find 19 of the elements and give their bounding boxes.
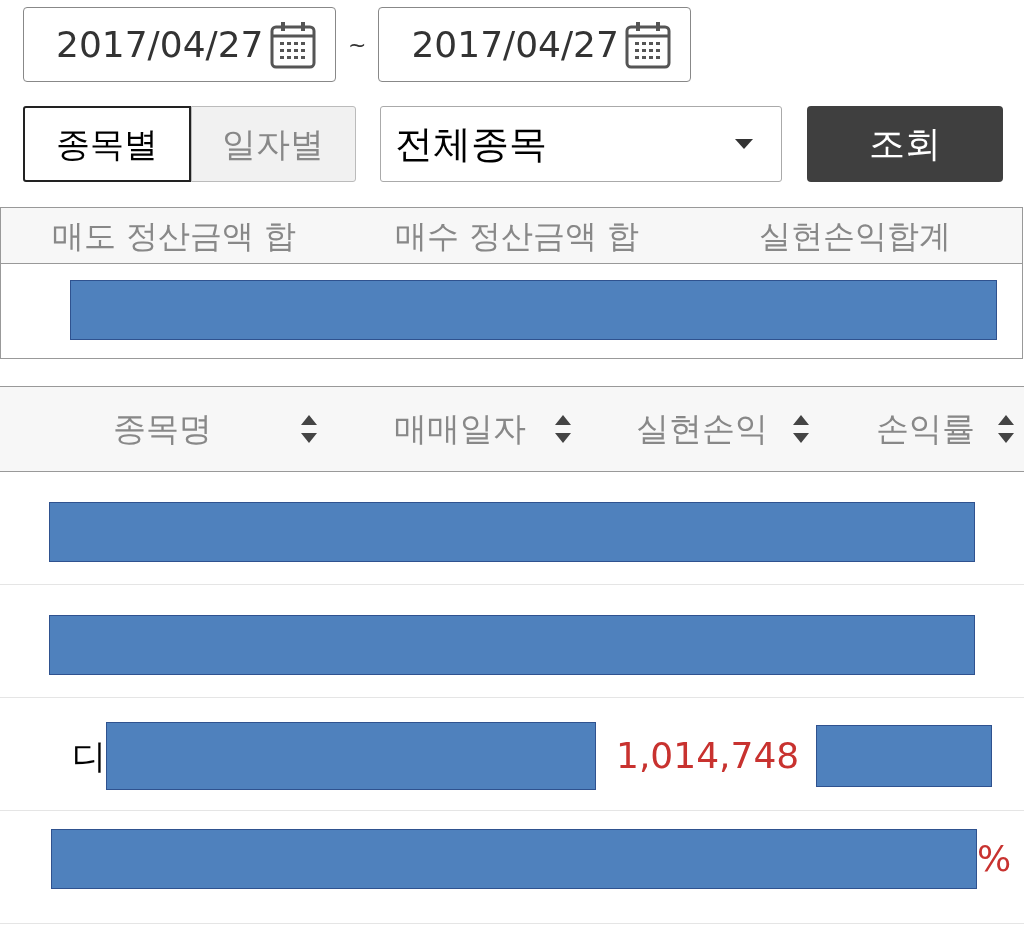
calendar-icon[interactable] bbox=[269, 19, 317, 70]
view-tab[interactable]: 종목별 bbox=[23, 106, 191, 182]
search-button[interactable]: 조회 bbox=[807, 106, 1003, 182]
sort-icon[interactable] bbox=[997, 413, 1015, 445]
date-field[interactable]: 2017/04/27 bbox=[23, 7, 336, 82]
profit-value: 1,014,748 bbox=[616, 734, 801, 778]
column-header: 매도 정산금액 합 bbox=[52, 215, 298, 257]
column-header: 매수 정산금액 합 bbox=[395, 215, 641, 257]
date-field[interactable]: 2017/04/27 bbox=[378, 7, 692, 82]
stock-select[interactable]: 전체종목 bbox=[380, 106, 782, 182]
sort-icon[interactable] bbox=[300, 413, 318, 445]
rate-value: % bbox=[977, 837, 1012, 881]
stock-name: 디 bbox=[72, 734, 106, 778]
calendar-icon[interactable] bbox=[624, 19, 673, 70]
range-separator: ~ bbox=[348, 31, 367, 59]
column-header: 실현손익합계 bbox=[759, 215, 951, 257]
dropdown-caret-icon[interactable] bbox=[735, 139, 753, 149]
sort-icon[interactable] bbox=[554, 413, 572, 445]
sort-icon[interactable] bbox=[792, 413, 810, 445]
